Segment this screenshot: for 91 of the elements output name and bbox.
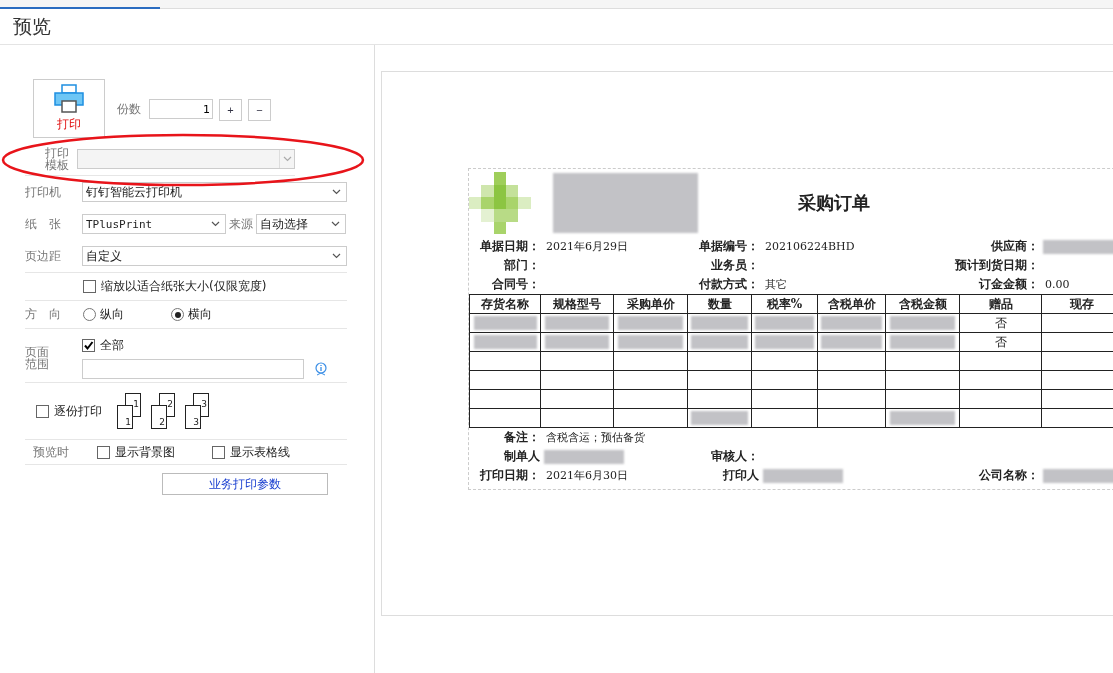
redacted-block [755,335,814,350]
checkbox-label: 缩放以适合纸张大小(仅限宽度) [101,278,267,295]
chevron-down-icon [332,253,341,259]
field-label: 供应商： [990,238,1039,255]
redacted-block [691,335,748,350]
printer-label: 打印机 [25,183,62,201]
redacted-block [544,316,610,331]
column-header: 规格型号 [540,294,614,314]
checkbox[interactable] [212,445,225,459]
checkbox-label: 显示表格线 [230,443,290,461]
radio-label: 横向 [188,306,212,323]
info-icon[interactable] [314,362,329,376]
field-value: 0.00 [1045,278,1070,291]
checkbox-label: 全部 [100,337,125,354]
column-header: 采购单价 [613,294,688,314]
page-sheet: 3 [185,404,201,429]
radio-label: 纵向 [100,306,124,323]
redacted-block [821,335,882,350]
field-label: 打印人 [722,467,759,484]
source-select[interactable]: 自动选择 [256,214,346,234]
page-sheet: 1 [117,404,133,429]
preview-label: 预览时 [32,443,70,461]
checkbox[interactable] [83,280,96,293]
redacted-block [473,316,537,331]
margin-select[interactable]: 自定义 [81,246,347,266]
redacted-block [473,335,537,350]
print-params-button[interactable]: 业务打印参数 [162,473,328,495]
redacted-block [617,335,684,350]
field-value: 2021年6月30日 [546,468,628,483]
margin-label: 页边距 [25,247,62,265]
paper-select[interactable]: TPlusPrint [82,214,226,234]
redacted-block [889,316,956,331]
paper-label: 纸 张 [25,215,62,233]
chevron-down-icon [331,221,340,227]
field-label: 订金金额： [977,276,1039,293]
field-value: 202106224BHD [765,240,855,253]
checkbox[interactable] [36,404,49,418]
document-title: 采购订单 [798,191,870,215]
column-header: 现存 [1041,294,1113,314]
table-cell: 否 [994,334,1007,349]
field-label: 公司名称： [978,467,1039,484]
field-label: 审核人： [710,448,759,465]
field-label: 付款方式： [697,276,759,293]
copies-label: 份数 [117,101,141,118]
column-header: 数量 [687,294,752,314]
redacted-block [691,411,748,426]
field-value: 2021年6月29日 [546,239,628,254]
redacted-block [617,316,684,331]
printer-select[interactable]: 钉钉智能云打印机 [81,182,347,202]
field-value: 含税含运；预估备货 [546,430,645,445]
field-label: 部门： [503,257,540,274]
checkbox[interactable] [82,339,96,352]
checkbox-label: 逐份打印 [54,402,102,420]
checkbox-label: 显示背景图 [115,443,175,461]
field-label: 制单人 [503,448,540,465]
redacted-block [544,335,610,350]
column-header: 含税金额 [885,294,960,314]
page-sheet: 2 [151,404,167,429]
redacted-block [691,316,748,331]
redacted-block [889,335,956,350]
redacted-block [889,411,956,426]
checkbox[interactable] [97,445,110,459]
print-button[interactable]: 打印 [33,79,105,138]
template-label: 打印模板 [45,147,70,171]
column-header: 含税单价 [817,294,886,314]
page-range-field[interactable] [82,359,305,379]
chevron-down-icon [332,189,341,195]
field-label: 单据日期： [479,238,540,255]
field-label: 预计到货日期： [954,257,1039,274]
field-label: 备注： [503,429,540,446]
source-label: 来源 [229,215,253,233]
chevron-down-icon [282,156,292,162]
field-label: 打印日期： [479,467,540,484]
table-cell: 否 [994,315,1007,330]
column-header: 赠品 [959,294,1042,314]
field-label: 业务员： [710,257,759,274]
decrement-button[interactable]: − [248,99,271,121]
increment-button[interactable]: + [219,99,242,121]
column-header: 税率% [751,294,818,314]
printer-icon [53,84,85,114]
page-range-label: 页面范围 [25,346,50,370]
field-value: 其它 [765,277,787,292]
redacted-block [755,316,814,331]
copies-field[interactable]: 1 [149,99,213,119]
chevron-down-icon [211,221,220,227]
field-label: 单据编号： [698,238,759,255]
window-title: 预览 [13,13,51,39]
redacted-block [821,316,882,331]
field-label: 合同号： [491,276,540,293]
column-header: 存货名称 [469,294,541,314]
orientation-label: 方 向 [25,306,62,323]
